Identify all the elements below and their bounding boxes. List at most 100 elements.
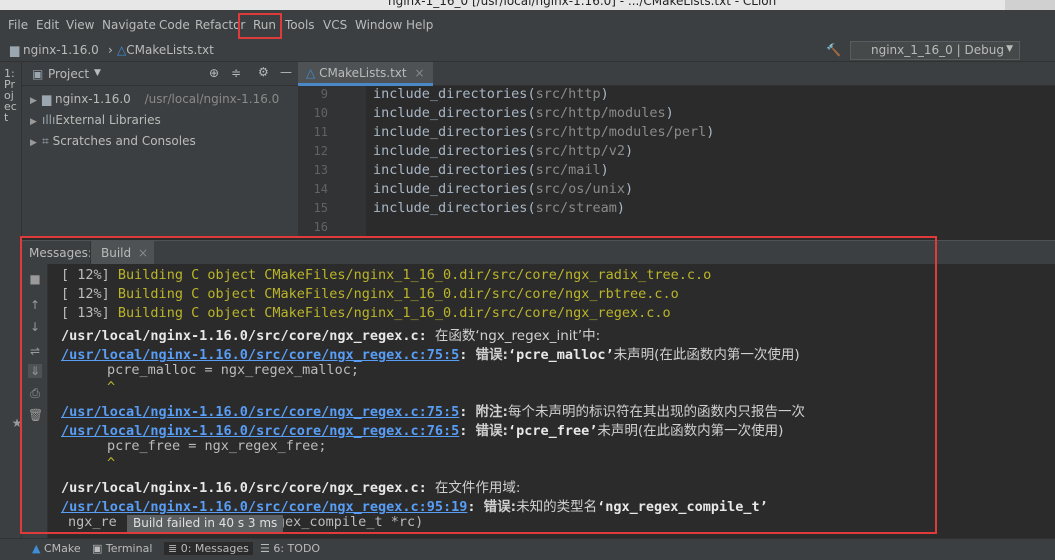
line-number: 15 <box>313 201 328 215</box>
code-line: include_directories(src/http/v2) <box>373 143 634 159</box>
line-number: 12 <box>313 144 328 158</box>
build-line: [ 12%] Building C object CMakeFiles/ngin… <box>61 286 679 302</box>
arrow-down-icon[interactable]: ↓ <box>28 320 42 334</box>
locate-icon[interactable]: ⊕ <box>209 66 219 80</box>
build-line: [ 13%] Building C object CMakeFiles/ngin… <box>61 305 671 321</box>
run-menu-highlight-box <box>238 13 282 39</box>
build-status-tooltip: Build failed in 40 s 3 ms <box>127 515 284 532</box>
collapse-all-icon[interactable]: ≑ <box>231 66 241 80</box>
error-line: /usr/local/nginx-1.16.0/src/core/ngx_reg… <box>61 347 800 363</box>
run-config-label: nginx_1_16_0 | Debug <box>871 43 1004 57</box>
breadcrumb-project[interactable]: ▆ nginx-1.16.0 <box>10 43 99 57</box>
messages-toolbar: ■ ↑ ↓ ⇌ ⇓ ⎙ 🗑 ★ <box>12 264 48 538</box>
navigation-bar: ▆ nginx-1.16.0 › △CMakeLists.txt 🔨 nginx… <box>0 40 1055 62</box>
code-line: include_directories(src/http/modules/per… <box>373 124 715 140</box>
menu-edit[interactable]: Edit <box>36 18 59 32</box>
editor-tab-cmakelists[interactable]: △ CMakeLists.txt × <box>298 62 433 86</box>
note-line: /usr/local/nginx-1.16.0/src/core/ngx_reg… <box>61 404 805 420</box>
library-icon: ıllı <box>42 113 56 127</box>
bottom-tool-window-bar: ▲ CMake ▣ Terminal ≣ 0: Messages ☰ 6: TO… <box>0 538 1055 560</box>
tool-window-terminal[interactable]: ▣ Terminal <box>92 542 152 555</box>
code-line: include_directories(src/http) <box>373 86 609 102</box>
code-line: include_directories(src/os/unix) <box>373 181 634 197</box>
chevron-down-icon: ▼ <box>1006 44 1013 54</box>
tab-build[interactable]: Build × <box>90 241 155 265</box>
error-line: /usr/local/nginx-1.16.0/src/core/ngx_reg… <box>61 423 784 439</box>
close-icon[interactable]: × <box>138 246 148 260</box>
print-icon[interactable]: ⎙ <box>28 386 42 400</box>
error-location-link[interactable]: /usr/local/nginx-1.16.0/src/core/ngx_reg… <box>61 499 467 515</box>
caret-marker: ^ <box>107 455 116 471</box>
breadcrumb-file[interactable]: △CMakeLists.txt <box>117 43 214 57</box>
window-corner-thumbnail <box>1005 0 1055 10</box>
project-panel-title[interactable]: Project <box>48 67 89 81</box>
messages-label: Messages: <box>29 246 92 260</box>
tree-item-external-libraries[interactable]: ▶ ıllıExternal Libraries <box>30 113 161 131</box>
source-excerpt-line: pcre_malloc = ngx_regex_malloc; <box>107 362 359 378</box>
window-title-bar: nginx-1_16_0 [/usr/local/nginx-1.16.0] -… <box>0 0 1055 10</box>
cmake-file-icon: △ <box>306 66 316 80</box>
run-configuration-select[interactable]: nginx_1_16_0 | Debug ▼ <box>850 41 1020 60</box>
soft-wrap-icon[interactable]: ⇌ <box>28 344 42 358</box>
tree-item-path: /usr/local/nginx-1.16.0 <box>144 92 280 106</box>
messages-panel-header: Messages: Build × <box>22 240 1055 265</box>
favorites-star-icon[interactable]: ★ <box>10 416 24 430</box>
gear-icon[interactable]: ⚙ <box>258 65 269 79</box>
menu-view[interactable]: View <box>66 18 94 32</box>
menu-navigate[interactable]: Navigate <box>102 18 156 32</box>
expand-arrow-icon: ▶ <box>30 138 37 148</box>
close-icon[interactable]: × <box>414 66 424 80</box>
menu-window[interactable]: Window <box>355 18 402 32</box>
menu-code[interactable]: Code <box>159 18 190 32</box>
menu-tools[interactable]: Tools <box>285 18 315 32</box>
folder-icon: ▆ <box>42 92 56 106</box>
cmake-file-icon: △ <box>117 43 127 57</box>
expand-arrow-icon: ▶ <box>30 96 37 106</box>
line-number: 9 <box>320 87 328 101</box>
code-line: include_directories(src/mail) <box>373 162 609 178</box>
note-location-link[interactable]: /usr/local/nginx-1.16.0/src/core/ngx_reg… <box>61 404 459 420</box>
build-output[interactable]: [ 12%] Building C object CMakeFiles/ngin… <box>48 264 1055 538</box>
todo-icon: ☰ <box>260 542 274 555</box>
line-number: 13 <box>313 163 328 177</box>
build-hammer-icon[interactable]: 🔨 <box>826 43 841 57</box>
hide-panel-icon[interactable]: — <box>280 65 292 79</box>
breadcrumb-separator-icon: › <box>108 43 113 57</box>
line-number: 16 <box>313 220 328 234</box>
project-tool-window-button[interactable]: 1: Project <box>4 68 18 123</box>
stop-icon[interactable]: ■ <box>28 272 42 286</box>
project-tree: ▶ ▆ nginx-1.16.0 /usr/local/nginx-1.16.0 … <box>22 86 298 236</box>
editor-tab-bar: △ CMakeLists.txt × <box>298 62 1055 86</box>
build-line: [ 12%] Building C object CMakeFiles/ngin… <box>61 267 712 283</box>
source-excerpt-line: pcre_free = ngx_regex_free; <box>107 438 327 454</box>
error-location-link[interactable]: /usr/local/nginx-1.16.0/src/core/ngx_reg… <box>61 423 459 439</box>
line-number: 11 <box>313 125 328 139</box>
folder-icon: ▆ <box>10 43 24 57</box>
menu-help[interactable]: Help <box>406 18 433 32</box>
chevron-down-icon[interactable]: ▼ <box>94 68 101 78</box>
arrow-up-icon[interactable]: ↑ <box>28 298 42 312</box>
expand-arrow-icon: ▶ <box>30 117 37 127</box>
error-context-line: /usr/local/nginx-1.16.0/src/core/ngx_reg… <box>61 480 521 496</box>
project-panel-header: ▣ Project ▼ ⊕ ≑ ⚙ — <box>22 62 298 86</box>
messages-icon: ≣ <box>168 542 181 555</box>
line-number: 14 <box>313 182 328 196</box>
trash-icon[interactable]: 🗑 <box>28 408 43 422</box>
code-line: include_directories(src/http/modules) <box>373 105 674 121</box>
tool-window-messages[interactable]: ≣ 0: Messages <box>164 542 253 555</box>
scroll-to-end-icon[interactable]: ⇓ <box>28 364 42 378</box>
tool-window-cmake[interactable]: ▲ CMake <box>32 542 81 555</box>
tree-item-scratches[interactable]: ▶ ⌗ Scratches and Consoles <box>30 134 196 152</box>
terminal-icon: ▣ <box>92 542 106 555</box>
error-line: /usr/local/nginx-1.16.0/src/core/ngx_reg… <box>61 499 768 515</box>
error-location-link[interactable]: /usr/local/nginx-1.16.0/src/core/ngx_reg… <box>61 347 459 363</box>
line-number: 10 <box>313 106 328 120</box>
menu-vcs[interactable]: VCS <box>323 18 347 32</box>
project-view-icon: ▣ <box>32 67 44 81</box>
window-title: nginx-1_16_0 [/usr/local/nginx-1.16.0] -… <box>388 0 777 8</box>
code-editor[interactable]: include_directories(src/http) include_di… <box>366 86 1055 236</box>
tool-window-todo[interactable]: ☰ 6: TODO <box>260 542 320 555</box>
tree-item-project-root[interactable]: ▶ ▆ nginx-1.16.0 /usr/local/nginx-1.16.0 <box>30 92 279 110</box>
error-context-line: /usr/local/nginx-1.16.0/src/core/ngx_reg… <box>61 328 601 344</box>
menu-file[interactable]: File <box>8 18 28 32</box>
